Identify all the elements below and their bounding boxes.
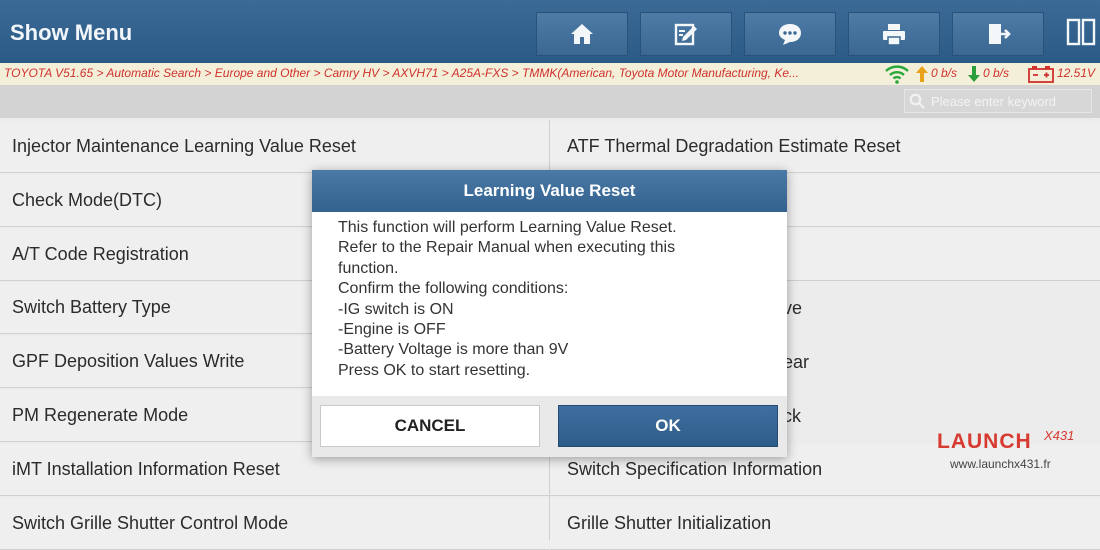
upload-arrow-icon <box>916 66 928 82</box>
dialog-line: -Battery Voltage is more than 9V <box>338 341 569 359</box>
home-icon <box>571 24 593 44</box>
exit-button[interactable] <box>952 12 1044 56</box>
dialog-line: function. <box>338 259 399 277</box>
chat-button[interactable] <box>744 12 836 56</box>
dialog-message: This function will perform Learning Valu… <box>312 212 787 387</box>
battery-icon <box>1028 66 1054 83</box>
split-view-icon[interactable] <box>1066 18 1096 46</box>
ok-button[interactable]: OK <box>558 405 778 447</box>
breadcrumb: TOYOTA V51.65 > Automatic Search > Europ… <box>0 63 1100 86</box>
dialog-line: This function will perform Learning Valu… <box>338 219 677 236</box>
print-button[interactable] <box>848 12 940 56</box>
launch-logo-suffix: X431 <box>1044 428 1075 443</box>
menu-item-left[interactable]: Switch Grille Shutter Control Mode <box>0 497 549 550</box>
edit-icon <box>674 23 697 46</box>
exit-icon <box>989 24 1011 44</box>
top-toolbar: Show Menu <box>0 0 1100 63</box>
upload-rate: 0 b/s <box>931 66 958 80</box>
download-arrow-icon <box>968 66 980 82</box>
chat-icon <box>779 24 801 45</box>
edit-button[interactable] <box>640 12 732 56</box>
battery-voltage: 12.51V <box>1057 66 1096 80</box>
search-input[interactable] <box>904 89 1092 113</box>
dialog-line: Confirm the following conditions: <box>338 280 569 298</box>
menu-item-right[interactable]: ATF Thermal Degradation Estimate Reset <box>550 121 1100 173</box>
launch-logo: LAUNCH <box>937 430 1032 453</box>
breadcrumb-path: TOYOTA V51.65 > Automatic Search > Europ… <box>4 66 800 80</box>
dialog-footer: CANCEL OK <box>312 396 787 457</box>
dialog-line: Refer to the Repair Manual when executin… <box>338 239 676 257</box>
download-rate: 0 b/s <box>983 66 1010 80</box>
print-icon <box>883 24 905 46</box>
dialog-title: Learning Value Reset <box>312 170 787 212</box>
watermark-url: www.launchx431.fr <box>950 457 1051 471</box>
wifi-icon <box>885 65 909 84</box>
dialog-line: -IG switch is ON <box>338 300 454 318</box>
dialog-line: -Engine is OFF <box>338 321 446 339</box>
page-title: Show Menu <box>10 20 133 45</box>
search-bar <box>0 85 1100 118</box>
home-button[interactable] <box>536 12 628 56</box>
menu-item-right[interactable]: Grille Shutter Initialization <box>550 497 1100 550</box>
learning-value-reset-dialog: Learning Value Reset This function will … <box>312 170 787 457</box>
search-icon <box>909 93 925 109</box>
cancel-button[interactable]: CANCEL <box>320 405 540 447</box>
menu-item-left[interactable]: Injector Maintenance Learning Value Rese… <box>0 121 549 173</box>
dialog-line: Press OK to start resetting. <box>338 361 531 379</box>
